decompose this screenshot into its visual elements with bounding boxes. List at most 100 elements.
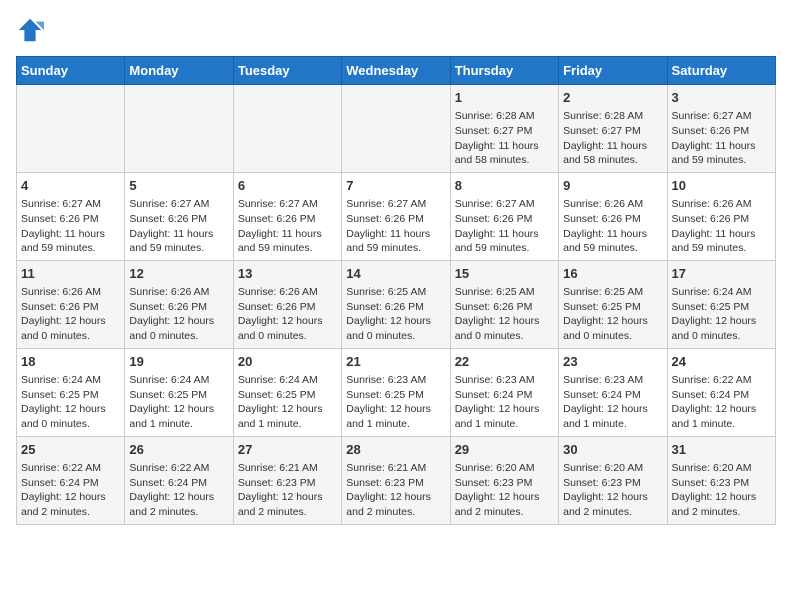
calendar-cell: 21 Sunrise: 6:23 AM Sunset: 6:25 PM Dayli…: [342, 348, 450, 436]
day-number: 22: [455, 353, 554, 371]
day-info: Sunrise: 6:25 AM Sunset: 6:26 PM Dayligh…: [346, 285, 445, 344]
calendar-cell: [125, 85, 233, 173]
day-number: 5: [129, 177, 228, 195]
week-row-5: 25 Sunrise: 6:22 AM Sunset: 6:24 PM Dayli…: [17, 436, 776, 524]
day-number: 10: [672, 177, 771, 195]
day-info: Sunrise: 6:22 AM Sunset: 6:24 PM Dayligh…: [21, 461, 120, 520]
calendar-cell: 26Sunrise: 6:22 AM Sunset: 6:24 PM Dayli…: [125, 436, 233, 524]
day-number: 6: [238, 177, 337, 195]
calendar-cell: 1 Sunrise: 6:28 AM Sunset: 6:27 PM Daylig…: [450, 85, 558, 173]
day-number: 2: [563, 89, 662, 107]
day-info: Sunrise: 6:26 AM Sunset: 6:26 PM Dayligh…: [563, 197, 662, 256]
day-info: Sunrise: 6:20 AM Sunset: 6:23 PM Dayligh…: [455, 461, 554, 520]
logo-icon: [16, 16, 44, 44]
day-number: 15: [455, 265, 554, 283]
day-number: 7: [346, 177, 445, 195]
day-number: 24: [672, 353, 771, 371]
calendar-cell: 10 Sunrise: 6:26 AM Sunset: 6:26 PM Dayli…: [667, 172, 775, 260]
day-info: Sunrise: 6:22 AM Sunset: 6:24 PM Dayligh…: [672, 373, 771, 432]
calendar-cell: 11Sunrise: 6:26 AM Sunset: 6:26 PM Dayli…: [17, 260, 125, 348]
day-info: Sunrise: 6:26 AM Sunset: 6:26 PM Dayligh…: [672, 197, 771, 256]
calendar-header-row: SundayMondayTuesdayWednesdayThursdayFrid…: [17, 57, 776, 85]
day-number: 12: [129, 265, 228, 283]
day-number: 21: [346, 353, 445, 371]
calendar-cell: 29 Sunrise: 6:20 AM Sunset: 6:23 PM Dayli…: [450, 436, 558, 524]
calendar-cell: 19 Sunrise: 6:24 AM Sunset: 6:25 PM Dayli…: [125, 348, 233, 436]
calendar-cell: 14Sunrise: 6:25 AM Sunset: 6:26 PM Dayli…: [342, 260, 450, 348]
page-header: [16, 16, 776, 44]
day-info: Sunrise: 6:28 AM Sunset: 6:27 PM Dayligh…: [455, 109, 554, 168]
week-row-1: 1 Sunrise: 6:28 AM Sunset: 6:27 PM Daylig…: [17, 85, 776, 173]
day-number: 17: [672, 265, 771, 283]
day-info: Sunrise: 6:27 AM Sunset: 6:26 PM Dayligh…: [21, 197, 120, 256]
calendar-cell: 16 Sunrise: 6:25 AM Sunset: 6:25 PM Dayli…: [559, 260, 667, 348]
day-info: Sunrise: 6:27 AM Sunset: 6:26 PM Dayligh…: [346, 197, 445, 256]
week-row-2: 4 Sunrise: 6:27 AM Sunset: 6:26 PM Daylig…: [17, 172, 776, 260]
day-number: 31: [672, 441, 771, 459]
day-info: Sunrise: 6:21 AM Sunset: 6:23 PM Dayligh…: [238, 461, 337, 520]
calendar-cell: 6 Sunrise: 6:27 AM Sunset: 6:26 PM Daylig…: [233, 172, 341, 260]
calendar-cell: 22 Sunrise: 6:23 AM Sunset: 6:24 PM Dayli…: [450, 348, 558, 436]
day-number: 28: [346, 441, 445, 459]
day-number: 19: [129, 353, 228, 371]
day-info: Sunrise: 6:26 AM Sunset: 6:26 PM Dayligh…: [129, 285, 228, 344]
header-friday: Friday: [559, 57, 667, 85]
calendar-cell: [233, 85, 341, 173]
calendar-cell: 31 Sunrise: 6:20 AM Sunset: 6:23 PM Dayli…: [667, 436, 775, 524]
day-number: 16: [563, 265, 662, 283]
day-number: 29: [455, 441, 554, 459]
calendar-cell: 2 Sunrise: 6:28 AM Sunset: 6:27 PM Daylig…: [559, 85, 667, 173]
week-row-4: 18 Sunrise: 6:24 AM Sunset: 6:25 PM Dayli…: [17, 348, 776, 436]
calendar-cell: 8 Sunrise: 6:27 AM Sunset: 6:26 PM Daylig…: [450, 172, 558, 260]
day-number: 9: [563, 177, 662, 195]
logo: [16, 16, 48, 44]
calendar-cell: 30 Sunrise: 6:20 AM Sunset: 6:23 PM Dayli…: [559, 436, 667, 524]
day-number: 4: [21, 177, 120, 195]
day-number: 1: [455, 89, 554, 107]
calendar-cell: 7 Sunrise: 6:27 AM Sunset: 6:26 PM Daylig…: [342, 172, 450, 260]
calendar-cell: 4 Sunrise: 6:27 AM Sunset: 6:26 PM Daylig…: [17, 172, 125, 260]
day-info: Sunrise: 6:24 AM Sunset: 6:25 PM Dayligh…: [238, 373, 337, 432]
day-info: Sunrise: 6:27 AM Sunset: 6:26 PM Dayligh…: [129, 197, 228, 256]
day-info: Sunrise: 6:24 AM Sunset: 6:25 PM Dayligh…: [21, 373, 120, 432]
day-info: Sunrise: 6:27 AM Sunset: 6:26 PM Dayligh…: [455, 197, 554, 256]
header-saturday: Saturday: [667, 57, 775, 85]
day-number: 20: [238, 353, 337, 371]
day-info: Sunrise: 6:23 AM Sunset: 6:24 PM Dayligh…: [455, 373, 554, 432]
calendar-cell: 24 Sunrise: 6:22 AM Sunset: 6:24 PM Dayli…: [667, 348, 775, 436]
day-info: Sunrise: 6:27 AM Sunset: 6:26 PM Dayligh…: [238, 197, 337, 256]
day-number: 18: [21, 353, 120, 371]
day-info: Sunrise: 6:27 AM Sunset: 6:26 PM Dayligh…: [672, 109, 771, 168]
day-info: Sunrise: 6:21 AM Sunset: 6:23 PM Dayligh…: [346, 461, 445, 520]
calendar-cell: 17 Sunrise: 6:24 AM Sunset: 6:25 PM Dayli…: [667, 260, 775, 348]
day-info: Sunrise: 6:26 AM Sunset: 6:26 PM Dayligh…: [238, 285, 337, 344]
calendar-cell: 18 Sunrise: 6:24 AM Sunset: 6:25 PM Dayli…: [17, 348, 125, 436]
day-info: Sunrise: 6:23 AM Sunset: 6:25 PM Dayligh…: [346, 373, 445, 432]
calendar-cell: [342, 85, 450, 173]
day-number: 8: [455, 177, 554, 195]
calendar-cell: 13 Sunrise: 6:26 AM Sunset: 6:26 PM Dayli…: [233, 260, 341, 348]
day-number: 3: [672, 89, 771, 107]
day-info: Sunrise: 6:28 AM Sunset: 6:27 PM Dayligh…: [563, 109, 662, 168]
day-number: 13: [238, 265, 337, 283]
day-number: 30: [563, 441, 662, 459]
calendar-cell: 3 Sunrise: 6:27 AM Sunset: 6:26 PM Daylig…: [667, 85, 775, 173]
week-row-3: 11 Sunrise: 6:26 AM Sunset: 6:26 PM Dayli…: [17, 260, 776, 348]
day-number: 25: [21, 441, 120, 459]
day-info: Sunrise: 6:25 AM Sunset: 6:25 PM Dayligh…: [563, 285, 662, 344]
calendar-cell: [17, 85, 125, 173]
day-info: Sunrise: 6:20 AM Sunset: 6:23 PM Dayligh…: [563, 461, 662, 520]
day-info: Sunrise: 6:24 AM Sunset: 6:25 PM Dayligh…: [129, 373, 228, 432]
day-info: Sunrise: 6:22 AM Sunset: 6:24 PM Dayligh…: [129, 461, 228, 520]
day-number: 23: [563, 353, 662, 371]
header-tuesday: Tuesday: [233, 57, 341, 85]
header-thursday: Thursday: [450, 57, 558, 85]
calendar-cell: 23Sunrise: 6:23 AM Sunset: 6:24 PM Dayli…: [559, 348, 667, 436]
day-info: Sunrise: 6:24 AM Sunset: 6:25 PM Dayligh…: [672, 285, 771, 344]
day-number: 11: [21, 265, 120, 283]
calendar-cell: 15 Sunrise: 6:25 AM Sunset: 6:26 PM Dayli…: [450, 260, 558, 348]
day-info: Sunrise: 6:20 AM Sunset: 6:23 PM Dayligh…: [672, 461, 771, 520]
header-wednesday: Wednesday: [342, 57, 450, 85]
calendar-cell: 9 Sunrise: 6:26 AM Sunset: 6:26 PM Daylig…: [559, 172, 667, 260]
day-info: Sunrise: 6:25 AM Sunset: 6:26 PM Dayligh…: [455, 285, 554, 344]
